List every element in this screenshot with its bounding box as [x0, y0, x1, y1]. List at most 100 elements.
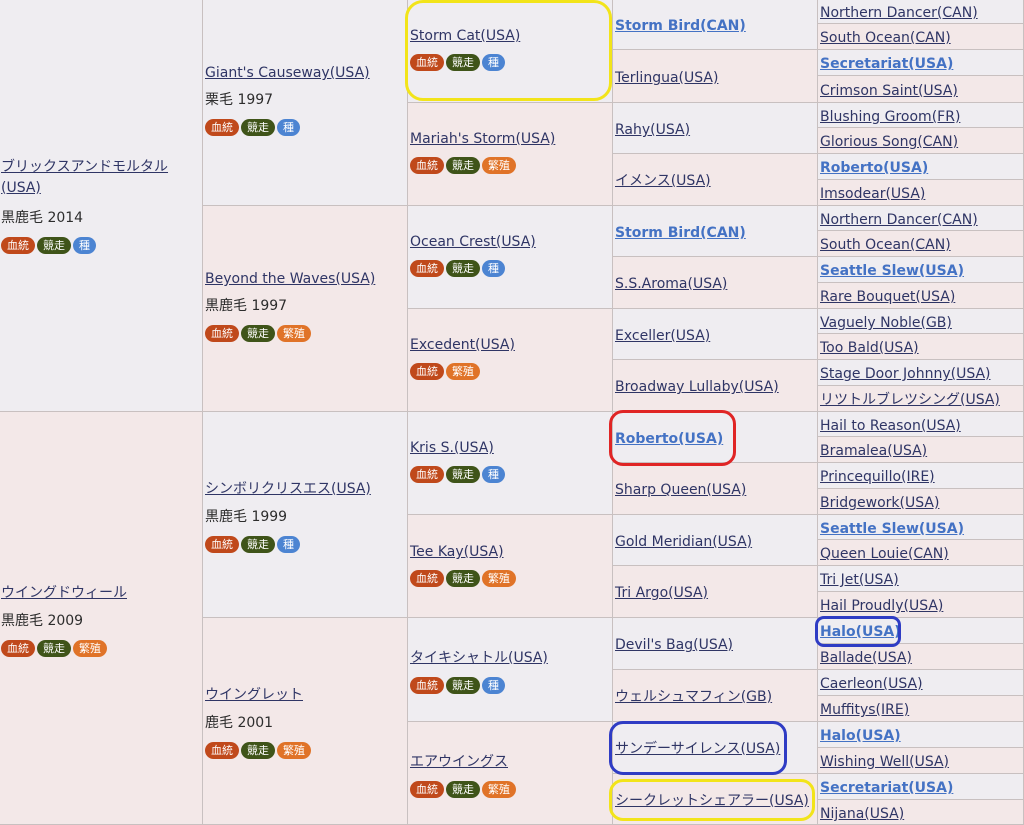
gen4-name-link[interactable]: Storm Bird(CAN) [615, 225, 746, 241]
pedigree-badge[interactable]: 血統 [205, 742, 239, 759]
gen4-name-link[interactable]: Roberto(USA) [615, 431, 723, 447]
stud-badge[interactable]: 種 [277, 119, 300, 136]
gen5-name-link[interactable]: Nijana(USA) [820, 806, 904, 822]
breeding-badge[interactable]: 繁殖 [482, 157, 516, 174]
pedigree-badge[interactable]: 血統 [205, 325, 239, 342]
pedigree-badge[interactable]: 血統 [410, 570, 444, 587]
stud-badge[interactable]: 種 [482, 54, 505, 71]
gen4-name-link[interactable]: Exceller(USA) [615, 328, 710, 344]
pedigree-badge[interactable]: 血統 [410, 363, 444, 380]
breeding-badge[interactable]: 繁殖 [482, 570, 516, 587]
gen5-name-link[interactable]: Secretariat(USA) [820, 56, 953, 72]
race-badge[interactable]: 競走 [446, 570, 480, 587]
gen5-name-link[interactable]: Secretariat(USA) [820, 780, 953, 796]
gen4-name-link[interactable]: S.S.Aroma(USA) [615, 276, 727, 292]
gen5-name-link[interactable]: Halo(USA) [820, 728, 901, 744]
gen5-name-link[interactable]: Seattle Slew(USA) [820, 521, 964, 537]
race-badge[interactable]: 競走 [37, 640, 71, 657]
race-badge[interactable]: 競走 [446, 781, 480, 798]
gen4-name-link[interactable]: Broadway Lullaby(USA) [615, 379, 779, 395]
stud-badge[interactable]: 種 [277, 536, 300, 553]
breeding-badge[interactable]: 繁殖 [277, 325, 311, 342]
gen5-name-link[interactable]: South Ocean(CAN) [820, 30, 951, 46]
gen3-name-link[interactable]: Storm Cat(USA) [410, 28, 612, 44]
race-badge[interactable]: 競走 [446, 157, 480, 174]
pedigree-badge[interactable]: 血統 [1, 640, 35, 657]
breeding-badge[interactable]: 繁殖 [73, 640, 107, 657]
gen5-name-link[interactable]: Hail Proudly(USA) [820, 598, 943, 614]
gen4-name-link[interactable]: ウェルシュマフィン(GB) [615, 689, 772, 705]
gen5-name-link[interactable]: Seattle Slew(USA) [820, 263, 964, 279]
pedigree-badge[interactable]: 血統 [205, 536, 239, 553]
gen3-name-link[interactable]: Kris S.(USA) [410, 440, 612, 456]
race-badge[interactable]: 競走 [241, 536, 275, 553]
race-badge[interactable]: 競走 [446, 466, 480, 483]
gen4-name-link[interactable]: サンデーサイレンス(USA) [615, 741, 780, 757]
gen5-name-link[interactable]: Too Bald(USA) [820, 340, 919, 356]
stud-badge[interactable]: 種 [73, 237, 96, 254]
breeding-badge[interactable]: 繁殖 [482, 781, 516, 798]
gen3-name-link[interactable]: エアウイングス [410, 751, 612, 771]
gen5-name-link[interactable]: Wishing Well(USA) [820, 754, 949, 770]
pedigree-badge[interactable]: 血統 [410, 677, 444, 694]
pedigree-badge[interactable]: 血統 [410, 54, 444, 71]
gen2-name-link[interactable]: ウイングレット [205, 684, 407, 704]
gen5-name-link[interactable]: Imsodear(USA) [820, 186, 925, 202]
gen3-name-link[interactable]: タイキシャトル(USA) [410, 647, 612, 667]
gen5-name-link[interactable]: Glorious Song(CAN) [820, 134, 958, 150]
breeding-badge[interactable]: 繁殖 [277, 742, 311, 759]
pedigree-badge[interactable]: 血統 [410, 260, 444, 277]
gen5-name-link[interactable]: Queen Louie(CAN) [820, 546, 949, 562]
gen4-name-link[interactable]: Devil's Bag(USA) [615, 637, 733, 653]
pedigree-badge[interactable]: 血統 [205, 119, 239, 136]
stud-badge[interactable]: 種 [482, 677, 505, 694]
race-badge[interactable]: 競走 [37, 237, 71, 254]
gen5-name-link[interactable]: Tri Jet(USA) [820, 572, 899, 588]
pedigree-badge[interactable]: 血統 [410, 157, 444, 174]
pedigree-badge[interactable]: 血統 [410, 781, 444, 798]
gen5-name-link[interactable]: Hail to Reason(USA) [820, 418, 961, 434]
gen2-name-link[interactable]: シンボリクリスエス(USA) [205, 478, 407, 498]
race-badge[interactable]: 競走 [241, 742, 275, 759]
gen5-name-link[interactable]: South Ocean(CAN) [820, 237, 951, 253]
gen5-name-link[interactable]: Roberto(USA) [820, 160, 928, 176]
gen5-name-link[interactable]: Northern Dancer(CAN) [820, 5, 978, 21]
gen5-name-link[interactable]: Vaguely Noble(GB) [820, 315, 952, 331]
gen4-name-link[interactable]: Terlingua(USA) [615, 70, 718, 86]
race-badge[interactable]: 競走 [446, 260, 480, 277]
gen5-name-link[interactable]: リツトルブレツシング(USA) [820, 392, 1000, 408]
stud-badge[interactable]: 種 [482, 260, 505, 277]
gen2-name-link[interactable]: Giant's Causeway(USA) [205, 65, 407, 81]
gen4-name-link[interactable]: イメンス(USA) [615, 173, 711, 189]
dam-name-link[interactable]: ウイングドウィール [1, 582, 202, 602]
gen2-name-link[interactable]: Beyond the Waves(USA) [205, 271, 407, 287]
gen5-name-link[interactable]: Stage Door Johnny(USA) [820, 366, 991, 382]
gen5-name-link[interactable]: Blushing Groom(FR) [820, 109, 960, 125]
gen5-name-link[interactable]: Bridgework(USA) [820, 495, 939, 511]
pedigree-badge[interactable]: 血統 [410, 466, 444, 483]
gen3-name-link[interactable]: Tee Kay(USA) [410, 544, 612, 560]
gen5-name-link[interactable]: Bramalea(USA) [820, 443, 927, 459]
gen5-name-link[interactable]: Northern Dancer(CAN) [820, 212, 978, 228]
stud-badge[interactable]: 種 [482, 466, 505, 483]
gen4-name-link[interactable]: Sharp Queen(USA) [615, 482, 746, 498]
gen4-name-link[interactable]: Rahy(USA) [615, 122, 690, 138]
gen3-name-link[interactable]: Ocean Crest(USA) [410, 234, 612, 250]
gen5-name-link[interactable]: Halo(USA) [820, 624, 901, 640]
gen5-name-link[interactable]: Caerleon(USA) [820, 676, 923, 692]
race-badge[interactable]: 競走 [446, 677, 480, 694]
breeding-badge[interactable]: 繁殖 [446, 363, 480, 380]
race-badge[interactable]: 競走 [446, 54, 480, 71]
gen3-name-link[interactable]: Excedent(USA) [410, 337, 612, 353]
sire-name-link[interactable]: ブリックスアンドモルタル(USA) [1, 157, 199, 199]
gen3-name-link[interactable]: Mariah's Storm(USA) [410, 131, 612, 147]
pedigree-badge[interactable]: 血統 [1, 237, 35, 254]
race-badge[interactable]: 競走 [241, 119, 275, 136]
gen5-name-link[interactable]: Ballade(USA) [820, 650, 912, 666]
gen5-name-link[interactable]: Crimson Saint(USA) [820, 83, 958, 99]
gen5-name-link[interactable]: Rare Bouquet(USA) [820, 289, 955, 305]
gen4-name-link[interactable]: シークレットシェアラー(USA) [615, 793, 809, 809]
gen4-name-link[interactable]: Gold Meridian(USA) [615, 534, 752, 550]
gen5-name-link[interactable]: Princequillo(IRE) [820, 469, 935, 485]
gen4-name-link[interactable]: Storm Bird(CAN) [615, 18, 746, 34]
